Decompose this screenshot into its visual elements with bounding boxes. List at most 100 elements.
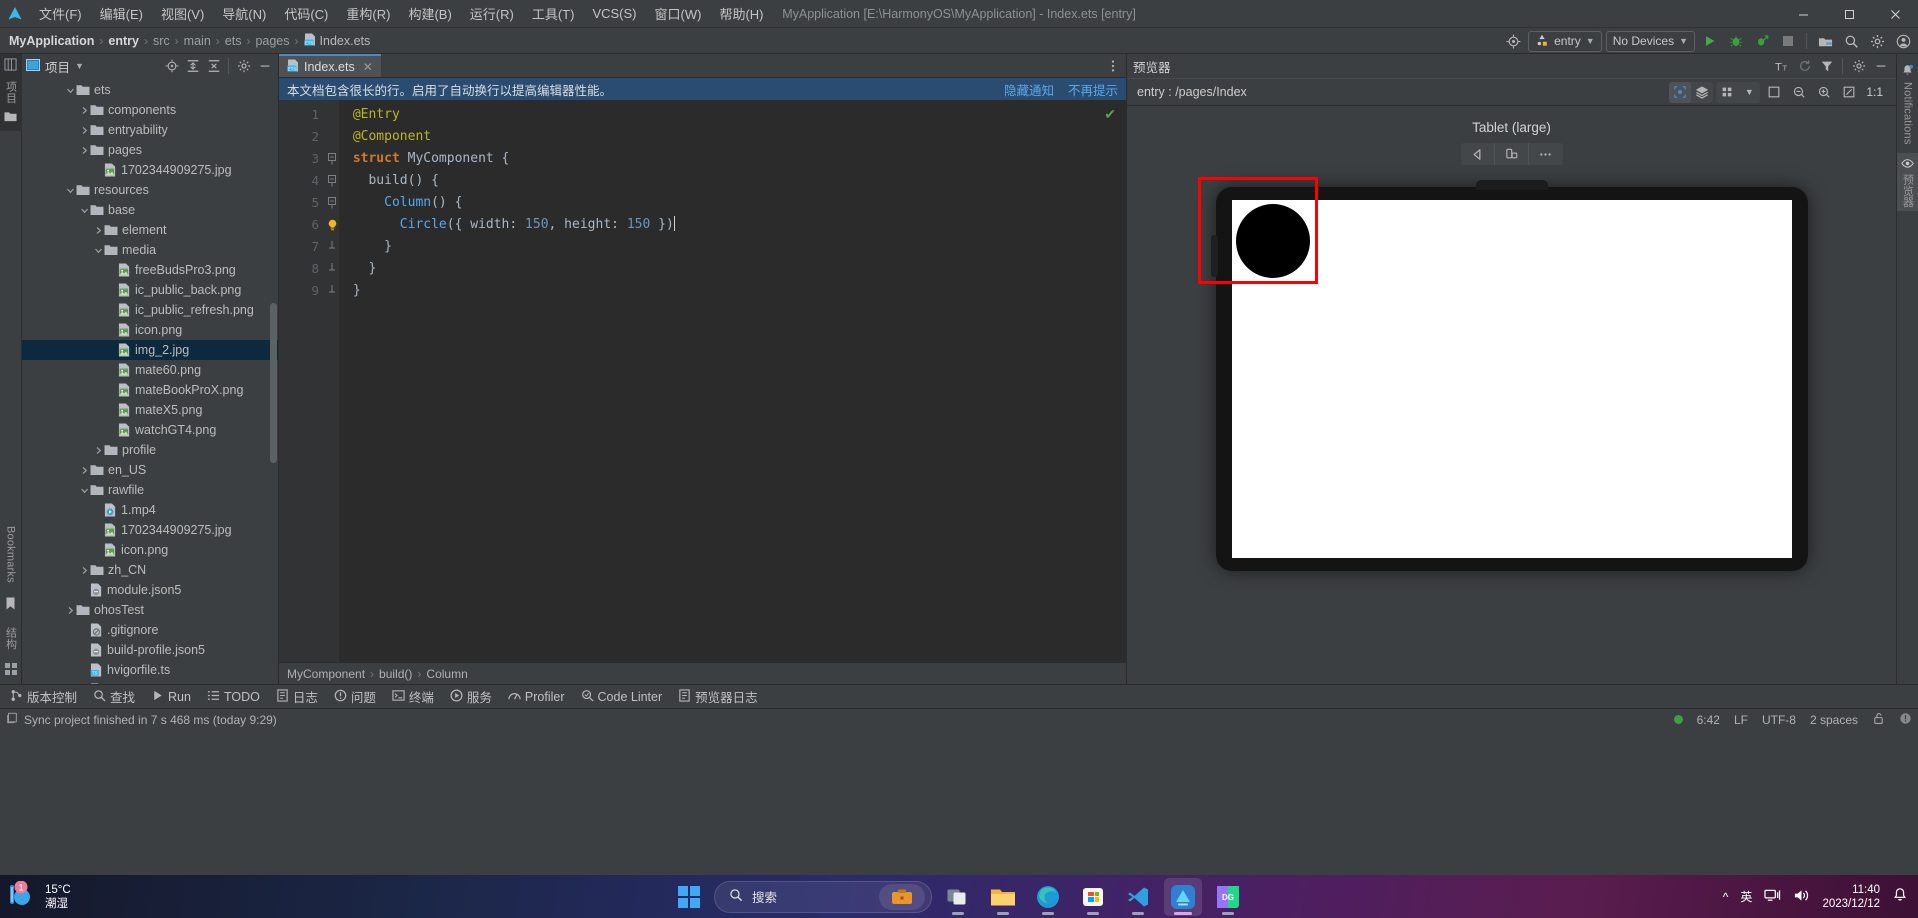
tool-window-[interactable]: 版本控制 xyxy=(2,685,85,708)
editor-structure-breadcrumb[interactable]: MyComponent › build() › Column xyxy=(279,662,1126,684)
chevron-down-icon[interactable] xyxy=(64,186,76,195)
run-configuration-selector[interactable]: entry ▼ xyxy=(1528,30,1602,52)
breadcrumb-item-file[interactable]: ETS Index.ets xyxy=(301,32,374,50)
tree-row-base[interactable]: base xyxy=(22,200,278,220)
volume-icon[interactable] xyxy=(1793,888,1810,906)
code-line[interactable]: } xyxy=(345,280,1126,302)
taskbar-system-tray[interactable]: ^ 英 11:40 2023/12/12 xyxy=(1723,883,1918,911)
bookmark-icon[interactable] xyxy=(5,597,16,613)
file-encoding[interactable]: UTF-8 xyxy=(1762,713,1796,727)
tree-row-resources[interactable]: resources xyxy=(22,180,278,200)
inspector-icon[interactable] xyxy=(1669,81,1692,103)
status-indicators[interactable]: 6:42 LF UTF-8 2 spaces xyxy=(1673,712,1912,728)
editor-tab-index-ets[interactable]: ETS Index.ets ✕ xyxy=(279,54,381,77)
tree-row-ic-public-refresh-png[interactable]: ic_public_refresh.png xyxy=(22,300,278,320)
intention-bulb-icon[interactable] xyxy=(325,214,339,236)
taskbar-search-box[interactable]: 搜索 xyxy=(714,880,932,913)
tree-row-module-json5[interactable]: module.json5 xyxy=(22,580,278,600)
left-strip-bookmarks-label[interactable]: Bookmarks xyxy=(5,526,17,583)
locate-file-icon[interactable] xyxy=(162,57,181,76)
chevron-down-icon[interactable] xyxy=(78,206,90,215)
chevron-right-icon[interactable] xyxy=(78,466,90,475)
ime-indicator[interactable]: 英 xyxy=(1740,888,1752,905)
collapse-all-icon[interactable] xyxy=(204,57,223,76)
editor-tab-actions[interactable] xyxy=(1103,54,1122,78)
tool-window-[interactable]: 查找 xyxy=(85,685,143,708)
tree-row-pages[interactable]: pages xyxy=(22,140,278,160)
bell-icon[interactable] xyxy=(1901,64,1914,80)
previewer-layout-group[interactable]: ▼ xyxy=(1716,81,1761,103)
menu-tools[interactable]: 工具(T) xyxy=(523,1,584,26)
notifications-bell-icon[interactable] xyxy=(1892,887,1908,906)
maximize-button[interactable] xyxy=(1826,0,1872,28)
font-size-icon[interactable]: TT xyxy=(1773,57,1792,76)
gear-icon[interactable] xyxy=(234,57,253,76)
left-strip-structure-label[interactable]: 结构 xyxy=(3,627,19,649)
gear-icon[interactable] xyxy=(1866,31,1888,52)
account-icon[interactable] xyxy=(1892,31,1914,52)
breadcrumb-item-entry[interactable]: entry xyxy=(105,33,142,49)
device-manager-icon[interactable] xyxy=(1814,31,1836,52)
actual-size-icon[interactable] xyxy=(1838,82,1860,103)
menu-window[interactable]: 窗口(W) xyxy=(646,1,711,26)
code-editor[interactable]: 1 2 3 4 5 6 7 8 9 @Entry @Component struct MyCom… xyxy=(279,100,1126,662)
chevron-right-icon[interactable] xyxy=(78,106,90,115)
edge-browser-icon[interactable] xyxy=(1029,878,1067,916)
chevron-down-icon[interactable] xyxy=(92,246,104,255)
folder-icon[interactable] xyxy=(4,110,17,125)
menu-bar[interactable]: 文件(F) 编辑(E) 视图(V) 导航(N) 代码(C) 重构(R) 构建(B… xyxy=(30,1,772,26)
chevron-down-icon[interactable]: ▼ xyxy=(1738,82,1760,103)
tree-row-1702344909275-jpg[interactable]: 1702344909275.jpg xyxy=(22,160,278,180)
indent-setting[interactable]: 2 spaces xyxy=(1810,713,1858,727)
menu-help[interactable]: 帮助(H) xyxy=(710,1,772,26)
breadcrumb[interactable]: MyApplication › entry › src › main › ets… xyxy=(6,32,373,50)
chevron-down-icon[interactable] xyxy=(64,86,76,95)
vscode-icon[interactable] xyxy=(1119,878,1157,916)
tree-row-element[interactable]: element xyxy=(22,220,278,240)
search-everywhere-icon[interactable] xyxy=(1840,31,1862,52)
tree-row-en-us[interactable]: en_US xyxy=(22,460,278,480)
menu-run[interactable]: 运行(R) xyxy=(461,1,523,26)
tree-row-components[interactable]: components xyxy=(22,100,278,120)
code-line[interactable]: struct MyComponent { xyxy=(345,148,1126,170)
left-strip-top[interactable]: 项目 xyxy=(0,54,22,132)
deveco-studio-icon[interactable] xyxy=(1164,877,1202,916)
code-folding-column[interactable] xyxy=(325,100,339,662)
chevron-right-icon[interactable] xyxy=(78,126,90,135)
tree-row-1702344909275-jpg[interactable]: 1702344909275.jpg xyxy=(22,520,278,540)
tree-row-hvigorfile-ts[interactable]: TS hvigorfile.ts xyxy=(22,660,278,680)
tool-window-todo[interactable]: TODO xyxy=(199,687,268,707)
menu-refactor[interactable]: 重构(R) xyxy=(337,1,399,26)
back-icon[interactable] xyxy=(1461,143,1495,165)
code-line[interactable]: Column() { xyxy=(345,192,1126,214)
refresh-icon[interactable] xyxy=(1795,57,1814,76)
struct-crumb-column[interactable]: Column xyxy=(426,667,467,681)
tree-row-build-profile-json5[interactable]: build-profile.json5 xyxy=(22,640,278,660)
breadcrumb-item-ets[interactable]: ets xyxy=(222,33,245,49)
expand-all-icon[interactable] xyxy=(183,57,202,76)
hide-notification-link[interactable]: 隐藏通知 xyxy=(1004,80,1054,99)
previewer-device-controls[interactable] xyxy=(1460,143,1563,165)
tray-chevron-up-icon[interactable]: ^ xyxy=(1723,890,1729,904)
layers-icon[interactable] xyxy=(1691,82,1713,103)
menu-view[interactable]: 视图(V) xyxy=(152,1,213,26)
tool-window-profiler[interactable]: Profiler xyxy=(500,687,573,707)
tree-row-mate60-png[interactable]: mate60.png xyxy=(22,360,278,380)
breadcrumb-item-pages[interactable]: pages xyxy=(252,33,292,49)
window-controls[interactable] xyxy=(1780,0,1918,28)
tree-row-ohostest[interactable]: ohosTest xyxy=(22,600,278,620)
tool-window-[interactable]: 预览器日志 xyxy=(670,685,766,708)
tree-row-img-2-jpg[interactable]: img_2.jpg xyxy=(22,340,278,360)
project-panel-actions[interactable] xyxy=(162,57,274,76)
copilot-briefcase-icon[interactable] xyxy=(879,883,925,910)
debug-icon[interactable] xyxy=(1725,31,1747,52)
code-text[interactable]: @Entry @Component struct MyComponent { b… xyxy=(339,100,1126,662)
eye-icon[interactable] xyxy=(1901,157,1914,172)
zoom-level-label[interactable]: 1:1 xyxy=(1863,82,1886,103)
code-line[interactable]: @Component xyxy=(345,126,1126,148)
tool-window-bar[interactable]: 版本控制 查找 Run TODO 日志 问题 终端 服务 Profiler Code Linter… xyxy=(0,684,1918,708)
chevron-right-icon[interactable] xyxy=(78,566,90,575)
taskbar-weather-widget[interactable]: 1 15°C 潮湿 xyxy=(0,880,71,912)
caret-position[interactable]: 6:42 xyxy=(1697,713,1720,727)
unlocked-icon[interactable] xyxy=(1872,712,1885,728)
